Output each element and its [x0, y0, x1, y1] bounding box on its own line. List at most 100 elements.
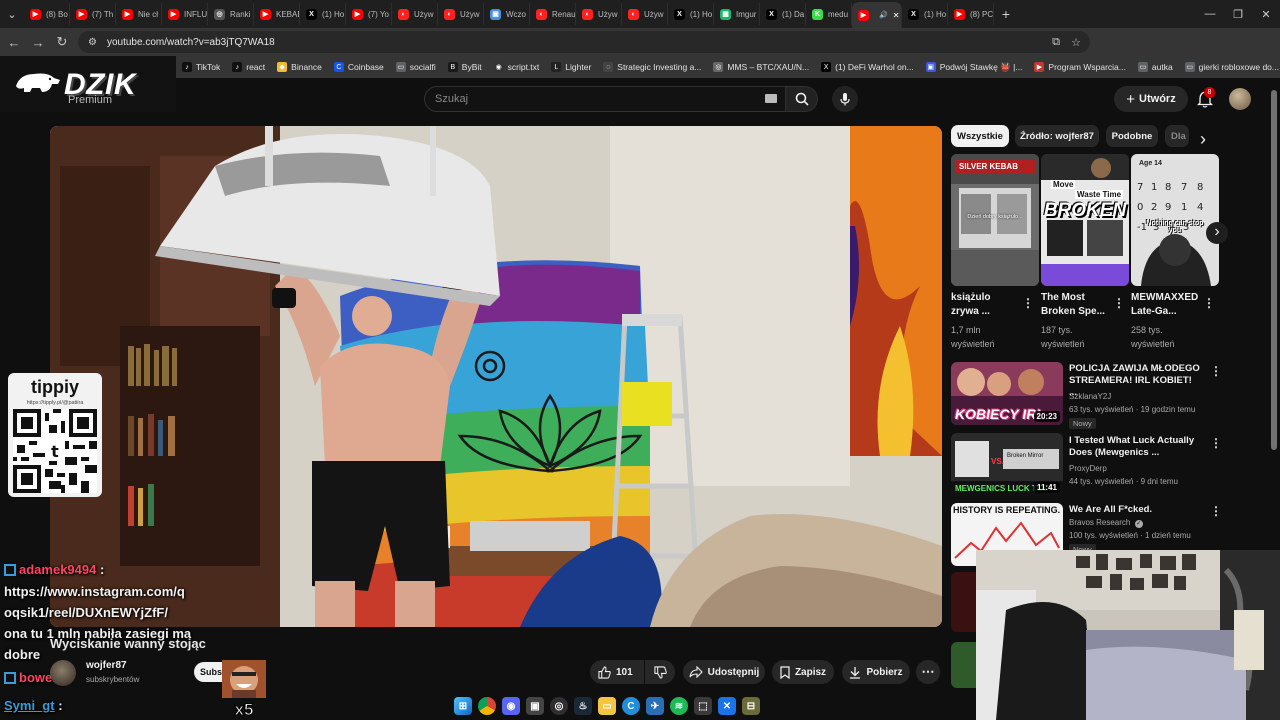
- bookmark-item[interactable]: ▣ Podwój Stawkę 👹 |...: [920, 62, 1029, 73]
- short-menu-icon[interactable]: ⋮: [1203, 296, 1215, 310]
- related-channel[interactable]: Bravos Research ✓: [1069, 518, 1143, 528]
- share-button[interactable]: Udostępnij: [683, 660, 765, 684]
- browser-tab[interactable]: ◐ Używ: [622, 3, 668, 25]
- bookmark-item[interactable]: L Lighter: [545, 62, 597, 72]
- bookmark-item[interactable]: ♪ TikTok: [176, 62, 226, 72]
- app-taskbar-icon[interactable]: ✈: [646, 697, 664, 715]
- speaker-icon[interactable]: 🔊: [879, 11, 888, 19]
- related-channel[interactable]: SzklanaY2J: [1069, 392, 1111, 401]
- short-menu-icon[interactable]: ⋮: [1113, 296, 1125, 310]
- discord-taskbar-icon[interactable]: ◉: [502, 697, 520, 715]
- related-thumbnail-partial[interactable]: [951, 572, 976, 632]
- browser-tab-active[interactable]: ▶ 🔊 ✕: [852, 2, 902, 28]
- app-taskbar-icon[interactable]: ▣: [526, 697, 544, 715]
- bookmark-item[interactable]: ◎ MMS – BTC/XAU/N...: [707, 62, 815, 72]
- bookmark-item[interactable]: ▭ socialfi: [390, 62, 442, 72]
- steam-taskbar-icon[interactable]: ♨: [574, 697, 592, 715]
- maximize-button[interactable]: ❐: [1224, 0, 1252, 28]
- channel-name[interactable]: wojfer87: [86, 660, 127, 671]
- like-button[interactable]: 101: [590, 660, 644, 684]
- chrome-taskbar-icon[interactable]: [478, 697, 496, 715]
- browser-tab[interactable]: Kmedu: [806, 3, 852, 25]
- address-bar[interactable]: ⚙ youtube.com/watch?v=ab3jTQ7WA18 ⧉ ☆: [78, 31, 1090, 53]
- bookmark-item[interactable]: ◌ Strategic Investing a...: [597, 62, 707, 72]
- bookmark-item[interactable]: ♪ react: [226, 62, 271, 72]
- obs-taskbar-icon[interactable]: ◎: [550, 697, 568, 715]
- close-window-button[interactable]: ✕: [1252, 0, 1280, 28]
- minimize-button[interactable]: —: [1196, 0, 1224, 28]
- page-scrollbar[interactable]: [1271, 80, 1277, 550]
- browser-tab[interactable]: ▶ Nie cł: [116, 3, 162, 25]
- app-taskbar-icon[interactable]: ✕: [718, 697, 736, 715]
- download-button[interactable]: Pobierz: [842, 660, 910, 684]
- browser-tab[interactable]: ▶ (7) Yo: [346, 3, 392, 25]
- related-thumbnail[interactable]: VS. Broken Mirror MEWGENICS LUCK TEST 11…: [951, 433, 1063, 496]
- bookmark-star-icon[interactable]: ☆: [1068, 34, 1084, 50]
- bookmark-item[interactable]: B ByBit: [442, 62, 488, 72]
- bookmark-item[interactable]: ▶ Program Wsparcia...: [1028, 62, 1131, 72]
- windows-start-icon[interactable]: ⊞: [454, 697, 472, 715]
- create-button[interactable]: + Utwórz: [1114, 86, 1188, 112]
- close-tab-icon[interactable]: ✕: [893, 11, 900, 20]
- voice-search-button[interactable]: [832, 86, 858, 112]
- related-thumbnail-partial[interactable]: [951, 642, 976, 688]
- short-title[interactable]: MEWMAXXED Late-Ga...: [1131, 291, 1201, 319]
- bookmark-item[interactable]: ◉ script.txt: [488, 62, 546, 72]
- scrollbar-thumb[interactable]: [1271, 90, 1277, 450]
- related-title[interactable]: We Are All F*cked.: [1069, 504, 1201, 516]
- related-thumbnail[interactable]: KOBIECY IRL 20:23: [951, 362, 1063, 425]
- browser-tab[interactable]: ▣ Wczo: [484, 3, 530, 25]
- browser-tab[interactable]: ◎ Ranki: [208, 3, 254, 25]
- browser-tab[interactable]: X (1) Da: [760, 3, 806, 25]
- browser-tab[interactable]: ▶ (7) Th: [70, 3, 116, 25]
- shorts-next-button[interactable]: ›: [1206, 222, 1228, 244]
- browser-tab[interactable]: X (1) Ho: [902, 3, 948, 25]
- browser-tab[interactable]: ▦ Imgur: [714, 3, 760, 25]
- short-title[interactable]: The Most Broken Spe...: [1041, 291, 1111, 319]
- browser-tab[interactable]: ◐ Renau: [530, 3, 576, 25]
- site-info-icon[interactable]: ⚙: [88, 37, 97, 48]
- related-title[interactable]: I Tested What Luck Actually Does (Mewgen…: [1069, 435, 1201, 459]
- save-button[interactable]: Zapisz: [772, 660, 834, 684]
- chip-for-you[interactable]: Dla: [1165, 125, 1189, 147]
- browser-tab[interactable]: ▶ (8) Bo: [24, 3, 70, 25]
- short-thumbnail[interactable]: Move Waste Time BROKEN: [1041, 154, 1129, 286]
- browser-tab[interactable]: ◐ Używ: [438, 3, 484, 25]
- reload-button[interactable]: ↻: [50, 30, 74, 54]
- edge-taskbar-icon[interactable]: C: [622, 697, 640, 715]
- short-title[interactable]: książulo zrywa ...: [951, 291, 1021, 319]
- keyboard-icon[interactable]: [765, 94, 777, 103]
- bookmark-item[interactable]: X (1) DeFi Warhol on...: [815, 62, 920, 72]
- back-button[interactable]: ←: [2, 30, 26, 54]
- browser-tab[interactable]: ▶ KEBAB: [254, 3, 300, 25]
- related-menu-icon[interactable]: ⋮: [1210, 364, 1222, 378]
- bookmark-item[interactable]: ◆ Binance: [271, 62, 328, 72]
- chip-related[interactable]: Podobne: [1106, 125, 1158, 147]
- tab-search-button[interactable]: ⌄: [0, 0, 24, 28]
- browser-tab[interactable]: X (1) Ho: [300, 3, 346, 25]
- account-avatar[interactable]: [1229, 88, 1251, 110]
- chips-next-button[interactable]: ›: [1192, 128, 1214, 150]
- browser-tab[interactable]: X (1) Ho: [668, 3, 714, 25]
- browser-tab[interactable]: ▶ (8) PC: [948, 3, 994, 25]
- app-taskbar-icon[interactable]: ⬚: [694, 697, 712, 715]
- search-input[interactable]: Szukaj: [424, 86, 786, 112]
- browser-tab[interactable]: ◐ Używ: [576, 3, 622, 25]
- short-thumbnail[interactable]: 71878 02914 -1 3 1 3 Age 14 Nothing can sto…: [1131, 154, 1219, 286]
- channel-avatar[interactable]: [50, 660, 76, 686]
- dislike-button[interactable]: [645, 660, 675, 684]
- bookmark-item[interactable]: ▭ autka: [1132, 62, 1179, 72]
- bookmark-item[interactable]: ▭ gierki robloxowe do...: [1179, 62, 1280, 72]
- browser-tab[interactable]: ▶ INFLU: [162, 3, 208, 25]
- spotify-taskbar-icon[interactable]: ≋: [670, 697, 688, 715]
- search-button[interactable]: [786, 86, 818, 112]
- related-menu-icon[interactable]: ⋮: [1210, 504, 1222, 518]
- short-thumbnail[interactable]: SILVER KEBAB Dzień dobry książulo...: [951, 154, 1039, 286]
- more-actions-button[interactable]: ⋯: [916, 660, 940, 684]
- video-player[interactable]: [50, 126, 942, 627]
- app-taskbar-icon[interactable]: ⊟: [742, 697, 760, 715]
- forward-button[interactable]: →: [26, 30, 50, 54]
- file-explorer-icon[interactable]: ▭: [598, 697, 616, 715]
- chip-from-channel[interactable]: Źródło: wojfer87: [1015, 125, 1099, 147]
- browser-tab[interactable]: ◐ Używ: [392, 3, 438, 25]
